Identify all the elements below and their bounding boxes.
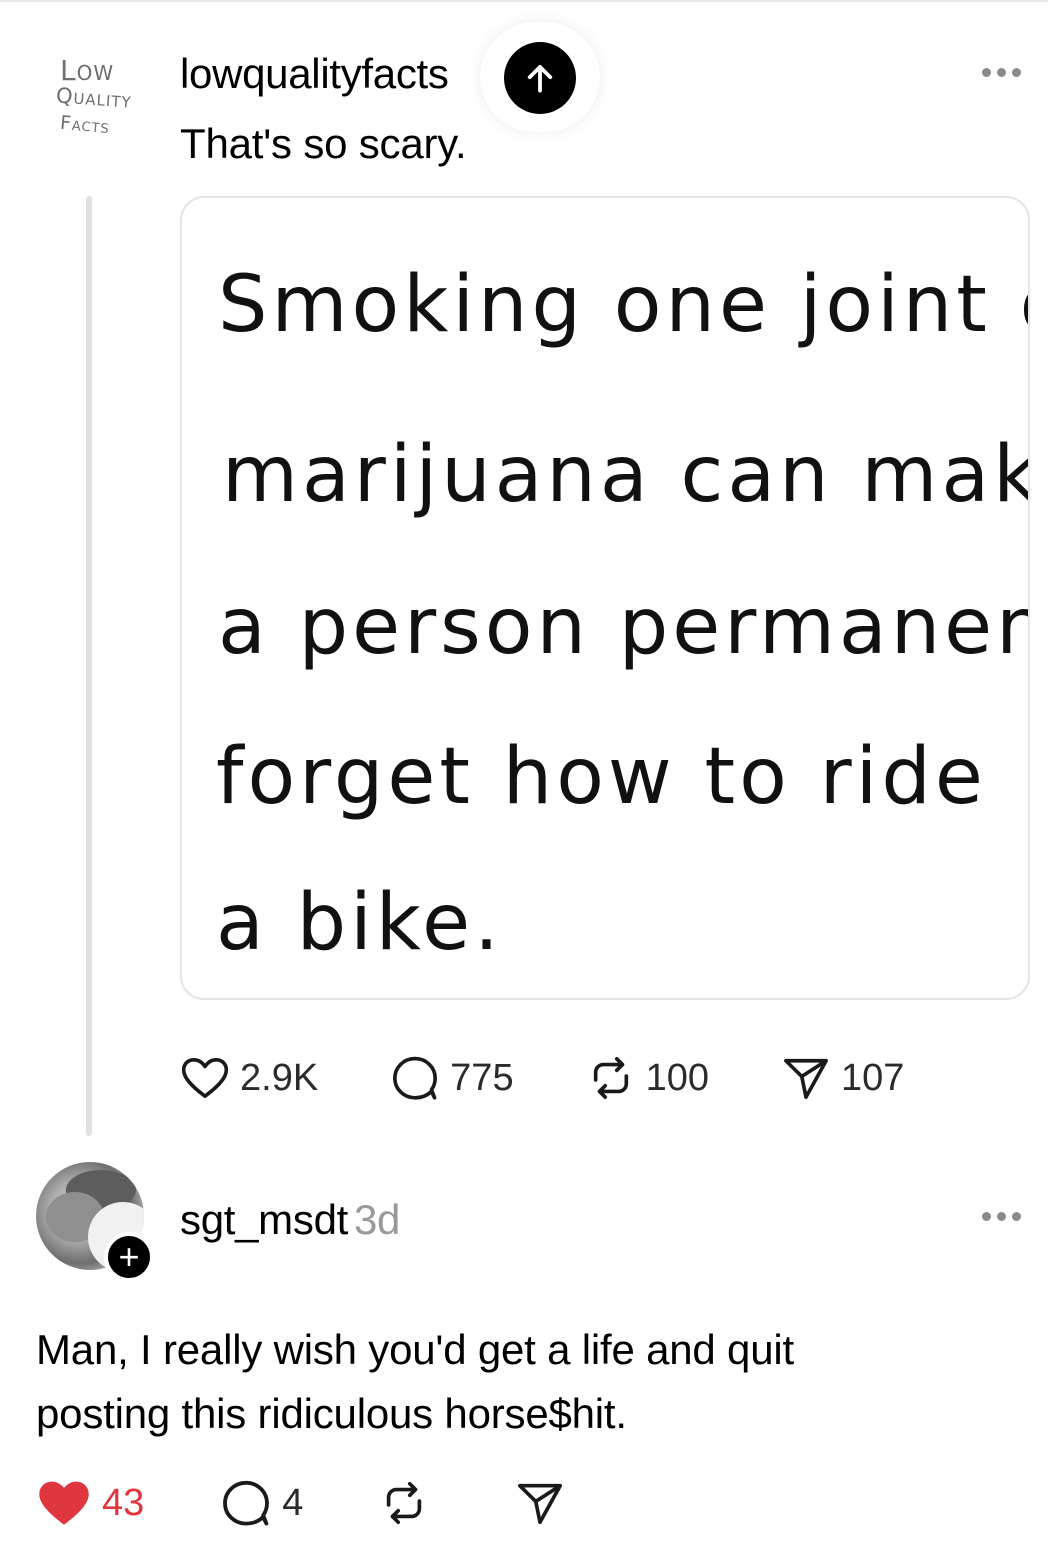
like-count: 2.9K (240, 1056, 319, 1099)
comment-like-count: 43 (102, 1481, 145, 1524)
comment-like-button[interactable]: 43 (36, 1478, 144, 1528)
like-button[interactable]: 2.9K (180, 1055, 318, 1101)
comment-actions: 43 4 (36, 1478, 575, 1528)
reply-button[interactable]: 775 (390, 1054, 514, 1102)
logo-word-facts: Facts (59, 111, 111, 139)
image-text-line: forget how to ride (216, 732, 987, 822)
comment-username[interactable]: sgt_msdt (180, 1196, 348, 1243)
logo-word-low: Low (60, 54, 115, 87)
comment-header: sgt_msdt 3d (180, 1196, 400, 1244)
top-divider (0, 0, 1048, 2)
repost-count: 100 (645, 1056, 709, 1099)
image-text-line: a bike. (216, 878, 503, 968)
scroll-to-top-button[interactable] (504, 42, 576, 114)
dot (1012, 68, 1021, 77)
comment-icon (393, 1056, 438, 1100)
more-horizontal-icon (982, 68, 991, 77)
avatar-lowqualityfacts[interactable]: Low Quality Facts (40, 48, 150, 148)
dot (997, 1212, 1006, 1221)
comment-text: Man, I really wish you'd get a life and … (36, 1326, 794, 1437)
repost-icon (593, 1057, 628, 1099)
heart-icon (39, 1481, 89, 1525)
comment-more-button[interactable] (982, 1212, 1021, 1221)
heart-icon (181, 1057, 229, 1099)
comment-share-button[interactable] (515, 1479, 575, 1527)
comment-timestamp: 3d (354, 1196, 401, 1243)
comment-reply-count: 4 (282, 1481, 304, 1524)
image-text-line: marijuana can make (222, 430, 1030, 520)
send-icon (518, 1483, 563, 1525)
repost-button[interactable]: 100 (586, 1055, 709, 1101)
image-text-line: Smoking one joint of (218, 260, 1030, 350)
share-button[interactable]: 107 (781, 1055, 904, 1101)
post-image[interactable]: Smoking one joint of marijuana can make … (180, 196, 1030, 1000)
send-icon (784, 1058, 828, 1099)
post-actions: 2.9K 775 100 107 (180, 1054, 976, 1102)
share-count: 107 (840, 1056, 905, 1099)
comment-reply-button[interactable]: 4 (220, 1478, 303, 1528)
thread-line (86, 196, 92, 1136)
more-horizontal-icon (982, 1212, 991, 1221)
post-more-button[interactable] (982, 68, 1021, 77)
plus-icon: + (118, 1236, 140, 1277)
comment-icon (223, 1480, 270, 1526)
arrow-up-icon (527, 65, 553, 93)
comment-repost-button[interactable] (379, 1479, 439, 1527)
post-username[interactable]: lowqualityfacts (180, 50, 449, 98)
reply-count: 775 (450, 1056, 514, 1099)
dot (1012, 1212, 1021, 1221)
post-text: That's so scary. (180, 120, 467, 167)
repost-icon (387, 1481, 422, 1525)
logo-word-quality: Quality (55, 83, 133, 113)
follow-button[interactable]: + (104, 1232, 154, 1282)
dot (997, 68, 1006, 77)
image-text-line: a person permanently (218, 582, 1028, 672)
